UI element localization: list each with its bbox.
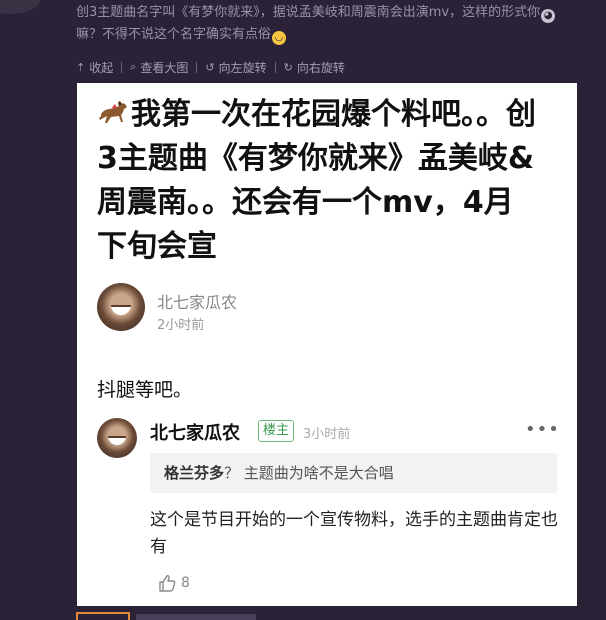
comment-time: 3小时前 xyxy=(303,427,351,442)
rotate-left-button[interactable]: ↺ 向左旋转 xyxy=(205,59,266,76)
avatar[interactable] xyxy=(97,283,145,331)
reply-text: 这个是节目开始的一个宣传物料，选手的主题曲肯定也有 xyxy=(150,510,558,557)
divider xyxy=(196,61,198,73)
image-toolbar: ⇡ 收起 ⌕ 查看大图 ↺ 向左旋转 ↻ 向右旋转 xyxy=(76,58,345,76)
rotate-left-icon: ↺ xyxy=(205,60,215,74)
next-item-text xyxy=(136,614,256,620)
headline: 我第一次在花园爆个料吧。。创3主题曲《有梦你就来》孟美岐&周震南。。还会有一个m… xyxy=(97,97,536,264)
like-count: 8 xyxy=(181,575,190,591)
author-name[interactable]: 北七家瓜农 xyxy=(157,289,237,313)
emoji-icon: ◕ xyxy=(541,9,556,23)
rotate-right-icon: ↻ xyxy=(283,60,293,74)
comment-author-name[interactable]: 北七家瓜农 xyxy=(150,419,240,445)
post-text-part-2: 嘛？不得不说这个名字确实有点俗 xyxy=(76,27,272,42)
next-thumbnail[interactable] xyxy=(76,612,130,620)
post-time: 2小时前 xyxy=(157,318,205,333)
view-large-button[interactable]: ⌕ 查看大图 xyxy=(130,59,188,76)
top-avatar[interactable] xyxy=(0,0,40,14)
more-dots-icon[interactable]: ••• xyxy=(525,419,560,440)
screenshot-image[interactable]: 我第一次在花园爆个料吧。。创3主题曲《有梦你就来》孟美岐&周震南。。还会有一个m… xyxy=(77,83,577,606)
horse-emoji-icon xyxy=(99,101,127,123)
thumbs-up-icon xyxy=(159,575,176,592)
post-body: 抖腿等吧。 xyxy=(97,379,193,401)
quote-user[interactable]: 格兰芬多 xyxy=(164,464,224,482)
post-text-part-1: 创3主题曲名字叫《有梦你就来》，据说孟美岐和周震南会出演mv，这样的形式你 xyxy=(76,5,541,20)
comment-avatar[interactable] xyxy=(97,418,137,458)
like-button[interactable]: 8 xyxy=(157,573,190,593)
op-badge: 楼主 xyxy=(258,420,295,442)
collapse-arrow-icon: ⇡ xyxy=(76,60,86,74)
search-icon: ⌕ xyxy=(130,60,137,73)
divider xyxy=(274,61,276,73)
quote-text: ？ 主题曲为啥不是大合唱 xyxy=(224,464,394,482)
laugh-emoji-icon: ◡ xyxy=(272,31,287,45)
divider xyxy=(121,61,123,73)
weibo-post-text: 创3主题曲名字叫《有梦你就来》，据说孟美岐和周震南会出演mv，这样的形式你 ◕ 嘛？… xyxy=(76,2,576,46)
collapse-button[interactable]: ⇡ 收起 xyxy=(76,59,113,76)
rotate-right-button[interactable]: ↻ 向右旋转 xyxy=(284,59,345,76)
quoted-comment: 格兰芬多？ 主题曲为啥不是大合唱 xyxy=(150,453,557,493)
